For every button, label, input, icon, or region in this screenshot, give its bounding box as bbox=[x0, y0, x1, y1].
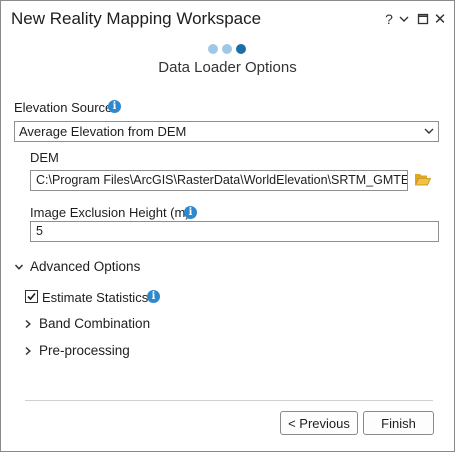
window-title: New Reality Mapping Workspace bbox=[11, 9, 262, 28]
estimate-statistics-label: Estimate Statistics bbox=[42, 290, 149, 305]
band-combination-label: Band Combination bbox=[39, 316, 151, 331]
close-button[interactable]: ✕ bbox=[433, 9, 447, 29]
image-exclusion-height-label: Image Exclusion Height (m) bbox=[30, 205, 190, 220]
checkmark-icon bbox=[27, 292, 36, 301]
folder-open-icon[interactable] bbox=[414, 172, 431, 187]
title-bar[interactable]: New Reality Mapping Workspace ? ✕ bbox=[1, 1, 454, 37]
restore-window-icon bbox=[417, 13, 429, 25]
elevation-source-dropdown[interactable]: Average Elevation from DEM bbox=[14, 121, 439, 142]
dem-label: DEM bbox=[30, 150, 59, 165]
band-combination-toggle[interactable]: Band Combination bbox=[23, 316, 150, 331]
estimate-statistics-checkbox[interactable] bbox=[25, 290, 38, 303]
help-button[interactable]: ? bbox=[382, 9, 396, 29]
footer-divider bbox=[25, 400, 433, 401]
elevation-source-value: Average Elevation from DEM bbox=[19, 124, 187, 139]
options-menu-button[interactable] bbox=[398, 9, 410, 29]
advanced-options-label: Advanced Options bbox=[30, 259, 141, 274]
info-icon[interactable]: i bbox=[108, 100, 121, 113]
advanced-options-toggle[interactable]: Advanced Options bbox=[14, 259, 140, 274]
page-title: Data Loader Options bbox=[158, 59, 297, 76]
finish-button[interactable]: Finish bbox=[363, 411, 434, 435]
restore-button[interactable] bbox=[416, 9, 430, 29]
dialog-window: New Reality Mapping Workspace ? ✕ Data L… bbox=[0, 0, 455, 452]
elevation-source-label: Elevation Source bbox=[14, 100, 113, 115]
info-icon[interactable]: i bbox=[184, 206, 197, 219]
previous-button[interactable]: < Previous bbox=[280, 411, 358, 435]
chevron-down-icon bbox=[399, 16, 409, 22]
info-icon[interactable]: i bbox=[147, 290, 160, 303]
step-dot-2 bbox=[222, 44, 232, 54]
dem-path-input[interactable]: C:\Program Files\ArcGIS\RasterData\World… bbox=[30, 170, 408, 191]
preprocessing-label: Pre-processing bbox=[39, 343, 130, 358]
step-indicator bbox=[208, 44, 246, 54]
chevron-right-icon bbox=[25, 346, 31, 355]
chevron-down-icon bbox=[424, 128, 434, 134]
image-exclusion-height-input[interactable]: 5 bbox=[30, 221, 439, 242]
chevron-right-icon bbox=[25, 319, 31, 328]
step-dot-3-active bbox=[236, 44, 246, 54]
chevron-down-icon bbox=[14, 263, 24, 270]
step-dot-1 bbox=[208, 44, 218, 54]
preprocessing-toggle[interactable]: Pre-processing bbox=[23, 343, 130, 358]
